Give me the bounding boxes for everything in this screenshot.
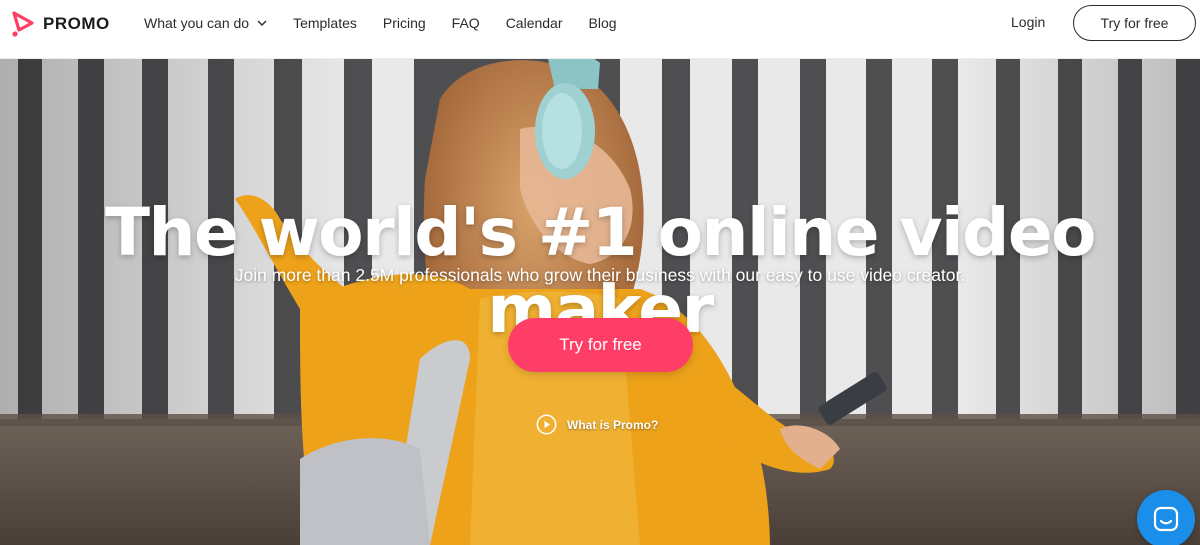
brand-name: PROMO: [43, 14, 110, 33]
chevron-down-icon: [257, 20, 267, 26]
header-try-for-free-button[interactable]: Try for free: [1073, 5, 1196, 41]
nav-calendar[interactable]: Calendar: [506, 15, 563, 31]
hero-try-for-free-button[interactable]: Try for free: [508, 318, 693, 372]
promo-logo[interactable]: PROMO: [11, 11, 110, 37]
nav-label: Blog: [588, 14, 617, 31]
what-is-promo-link[interactable]: What is Promo?: [536, 414, 658, 435]
chat-launcher-button[interactable]: [1137, 490, 1195, 545]
nav-label: Calendar: [505, 14, 563, 31]
play-circle-icon: [536, 414, 557, 435]
what-is-promo-label: What is Promo?: [567, 417, 659, 432]
main-nav: What you can do Templates Pricing FAQ Ca…: [144, 0, 643, 45]
nav-label: Pricing: [382, 14, 426, 31]
nav-templates[interactable]: Templates: [293, 15, 357, 31]
hero-section: The world's #1 online video maker Join m…: [0, 59, 1200, 545]
promo-play-logo-icon: [12, 11, 34, 37]
nav-blog[interactable]: Blog: [589, 15, 617, 31]
login-link[interactable]: Login: [1011, 14, 1045, 30]
nav-label: What you can do: [144, 14, 250, 31]
nav-what-you-can-do[interactable]: What you can do: [144, 15, 267, 31]
nav-label: Templates: [293, 14, 357, 31]
chat-icon: [1153, 506, 1179, 532]
nav-pricing[interactable]: Pricing: [383, 15, 426, 31]
top-navigation: PROMO What you can do Templates Pricing …: [0, 0, 1200, 59]
nav-label: FAQ: [451, 14, 480, 31]
nav-faq[interactable]: FAQ: [452, 15, 480, 31]
hero-subtitle: Join more than 2.5M professionals who gr…: [234, 265, 966, 285]
